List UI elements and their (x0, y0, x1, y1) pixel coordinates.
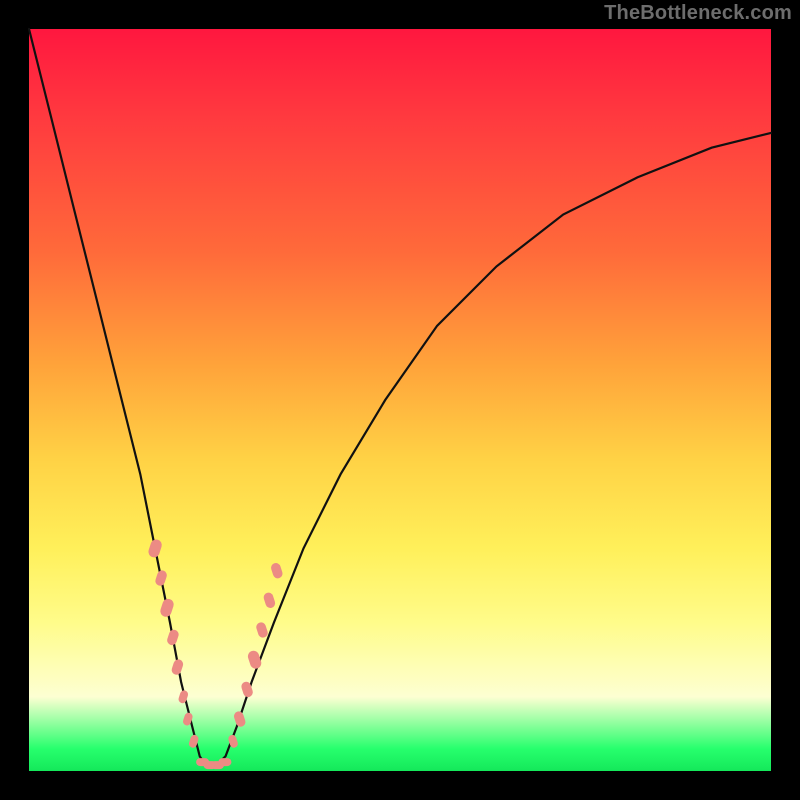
marker-right-cluster (233, 710, 247, 728)
plot-area (29, 29, 771, 771)
marker-bottom-cluster (218, 758, 231, 766)
watermark-text: TheBottleneck.com (604, 2, 792, 25)
marker-left-cluster (166, 628, 180, 646)
curve-svg (29, 29, 771, 771)
marker-left-cluster (170, 658, 184, 676)
marker-left-cluster (159, 597, 175, 618)
marker-left-cluster (154, 569, 168, 587)
marker-left-cluster (177, 689, 189, 704)
bottleneck-curve (29, 29, 771, 767)
chart-stage: TheBottleneck.com (0, 0, 800, 800)
marker-left-cluster (147, 538, 163, 559)
marker-right-cluster (246, 649, 262, 670)
marker-right-cluster (255, 621, 269, 639)
marker-right-cluster (270, 562, 284, 580)
marker-right-cluster (262, 591, 276, 609)
